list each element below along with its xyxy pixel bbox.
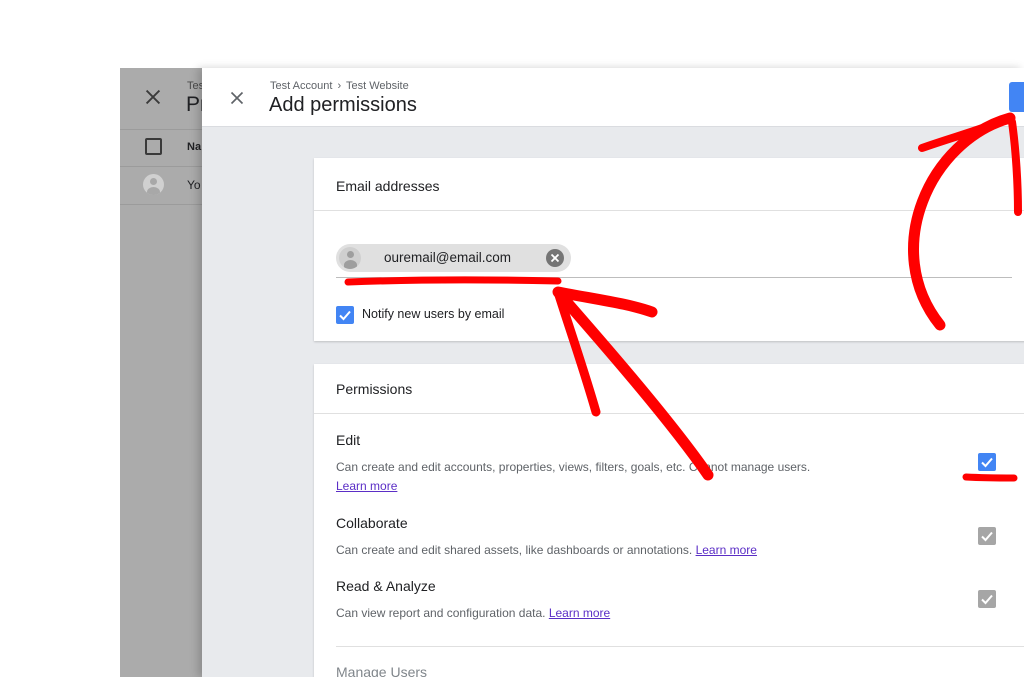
email-section-title: Email addresses (336, 178, 440, 194)
divider (120, 129, 202, 130)
notify-checkbox[interactable] (336, 306, 354, 324)
learn-more-link[interactable]: Learn more (549, 606, 610, 620)
permission-edit-name: Edit (336, 432, 361, 448)
checkmark-icon (981, 531, 993, 542)
permission-read-analyze-checkbox (978, 590, 996, 608)
add-button[interactable] (1009, 82, 1024, 112)
description-text: Can create and edit shared assets, like … (336, 543, 693, 557)
remove-chip-icon[interactable] (546, 249, 564, 267)
checkmark-icon (981, 594, 993, 605)
learn-more-link[interactable]: Learn more (336, 479, 397, 493)
email-addresses-card: Email addresses ouremail@email.com Notif… (314, 158, 1024, 341)
permission-edit-description: Can create and edit accounts, properties… (336, 460, 810, 474)
select-all-checkbox[interactable] (145, 138, 162, 155)
checkmark-icon (981, 457, 993, 468)
permissions-section-title: Permissions (336, 381, 413, 397)
divider (314, 413, 1024, 414)
permission-edit-checkbox[interactable] (978, 453, 996, 471)
permission-read-analyze-description: Can view report and configuration data. … (336, 606, 610, 620)
divider (120, 166, 202, 167)
close-icon[interactable] (142, 86, 164, 108)
divider (120, 204, 202, 205)
permission-manage-users-name: Manage Users (336, 664, 428, 677)
permission-edit-learn-more-row: Learn more (336, 479, 397, 493)
user-row-text: Yo (187, 178, 201, 192)
avatar (143, 174, 164, 195)
breadcrumb: Test Account › Test Website (270, 80, 409, 92)
permission-read-analyze-name: Read & Analyze (336, 578, 436, 594)
page-title: Add permissions (269, 94, 417, 116)
breadcrumb-property[interactable]: Test Website (346, 80, 409, 92)
permissions-card: Permissions Edit Can create and edit acc… (314, 364, 1024, 677)
close-icon[interactable] (226, 87, 248, 109)
checkmark-icon (339, 310, 351, 321)
description-text: Can view report and configuration data. (336, 606, 546, 620)
panel-header: Test Account › Test Website Add permissi… (202, 68, 1024, 127)
breadcrumb-account[interactable]: Test Account (270, 80, 332, 92)
permission-collaborate-description: Can create and edit shared assets, like … (336, 543, 757, 557)
permission-collaborate-checkbox (978, 527, 996, 545)
divider (336, 646, 1024, 647)
add-permissions-panel: Test Account › Test Website Add permissi… (202, 68, 1024, 677)
notify-label: Notify new users by email (362, 307, 505, 321)
avatar-icon (339, 247, 361, 269)
email-input-underline[interactable] (336, 277, 1012, 278)
description-text: Can create and edit accounts, properties… (336, 460, 811, 474)
email-chip-text: ouremail@email.com (384, 250, 511, 265)
permission-collaborate-name: Collaborate (336, 515, 408, 531)
close-icon (550, 253, 560, 263)
email-chip[interactable]: ouremail@email.com (336, 244, 571, 272)
breadcrumb-separator: › (337, 80, 342, 92)
divider (314, 210, 1024, 211)
name-column-header: Na (187, 141, 202, 153)
learn-more-link[interactable]: Learn more (696, 543, 757, 557)
